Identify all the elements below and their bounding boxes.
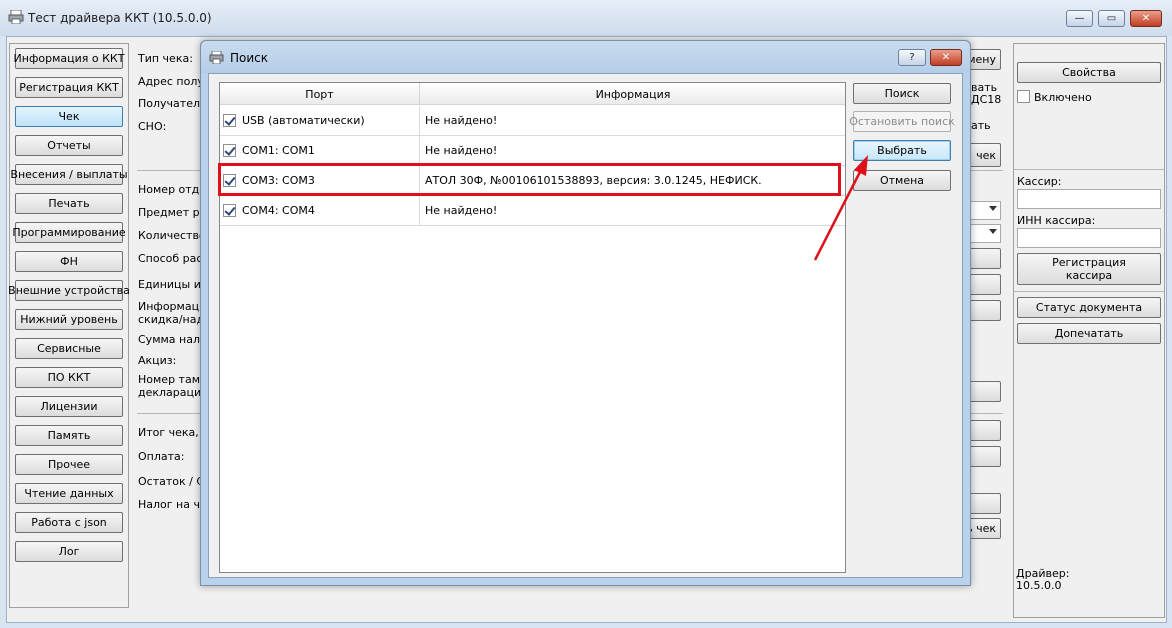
port-cell: USB (автоматически) xyxy=(220,106,420,135)
printer-icon xyxy=(209,51,224,64)
nav-licenses[interactable]: Лицензии xyxy=(15,396,123,417)
dialog-close-button[interactable]: ✕ xyxy=(930,49,962,66)
label-payment: Оплата: xyxy=(138,450,185,463)
nav-read-data[interactable]: Чтение данных xyxy=(15,483,123,504)
cashier-label: Кассир: xyxy=(1017,175,1062,188)
port-cell: COM1: COM1 xyxy=(220,136,420,165)
fragment-text-3: ать xyxy=(971,119,991,132)
table-row[interactable]: USB (автоматически) Не найдено! xyxy=(220,106,845,136)
printer-icon xyxy=(8,10,24,24)
label-tax-system: СНО: xyxy=(138,120,167,133)
label-excise: Акциз: xyxy=(138,354,177,367)
label-declaration: декларации xyxy=(138,386,209,399)
column-info[interactable]: Информация xyxy=(421,83,845,105)
nav-kkt-registration[interactable]: Регистрация ККТ xyxy=(15,77,123,98)
row-checkbox[interactable] xyxy=(223,114,236,127)
row-checkbox[interactable] xyxy=(223,204,236,217)
enabled-label: Включено xyxy=(1034,91,1092,104)
nav-memory[interactable]: Память xyxy=(15,425,123,446)
port-name: USB (автоматически) xyxy=(242,114,365,127)
minimize-button[interactable]: — xyxy=(1066,10,1093,27)
enabled-checkbox[interactable] xyxy=(1017,90,1030,103)
label-receipt-type: Тип чека: xyxy=(138,52,193,65)
label-remainder: Остаток / С xyxy=(138,475,205,488)
cashier-inn-label: ИНН кассира: xyxy=(1017,214,1096,227)
info-cell: Не найдено! xyxy=(425,144,498,157)
select-button[interactable]: Выбрать xyxy=(853,140,951,161)
nav-cash-in-out[interactable]: Внесения / выплаты xyxy=(10,164,128,185)
maximize-button[interactable]: ▭ xyxy=(1098,10,1125,27)
register-cashier-line-1: Регистрация xyxy=(1052,256,1126,269)
label-quantity: Количество xyxy=(138,229,206,242)
nav-programming[interactable]: Программирование xyxy=(12,222,126,243)
help-button[interactable]: ? xyxy=(898,49,926,66)
chevron-down-icon xyxy=(989,206,997,211)
label-recipient: Получатель xyxy=(138,97,207,110)
dialog-titlebar: Поиск ? ✕ xyxy=(201,41,970,73)
dialog-body: Порт Информация USB (автоматически) Не н… xyxy=(208,73,963,578)
close-button[interactable]: ✕ xyxy=(1130,10,1162,27)
row-checkbox[interactable] xyxy=(223,144,236,157)
column-port[interactable]: Порт xyxy=(220,83,420,105)
table-header: Порт Информация xyxy=(220,83,845,105)
cancel-button[interactable]: Отмена xyxy=(853,170,951,191)
nav-fn[interactable]: ФН xyxy=(15,251,123,272)
left-navigation: Информация о ККТ Регистрация ККТ Чек Отч… xyxy=(8,43,130,608)
label-calc-subject: Предмет ра xyxy=(138,206,207,219)
right-panel-separator xyxy=(1014,169,1164,170)
nav-other[interactable]: Прочее xyxy=(15,454,123,475)
ports-table: Порт Информация USB (автоматически) Не н… xyxy=(219,82,846,573)
highlight-box xyxy=(218,163,841,196)
info-cell: Не найдено! xyxy=(425,114,498,127)
nav-log[interactable]: Лог xyxy=(15,541,123,562)
register-cashier-line-2: кассира xyxy=(1065,269,1113,282)
nav-kkt-software[interactable]: ПО ККТ xyxy=(15,367,123,388)
nav-kkt-info[interactable]: Информация о ККТ xyxy=(14,48,124,69)
table-row[interactable]: COM1: COM1 Не найдено! xyxy=(220,136,845,166)
right-panel-separator-2 xyxy=(1014,291,1164,292)
dialog-title: Поиск xyxy=(230,51,269,65)
stop-search-button[interactable]: Остановить поиск xyxy=(849,111,955,132)
nav-low-level[interactable]: Нижний уровень xyxy=(15,309,123,330)
nav-external-devices[interactable]: Внешние устройства xyxy=(8,280,130,301)
reprint-button[interactable]: Допечатать xyxy=(1017,323,1161,344)
label-info: Информаци xyxy=(138,300,207,313)
port-name: COM1: COM1 xyxy=(242,144,315,157)
window-title: Тест драйвера ККТ (10.5.0.0) xyxy=(28,11,212,25)
nav-receipt[interactable]: Чек xyxy=(15,106,123,127)
cashier-input[interactable] xyxy=(1017,189,1161,209)
label-payment-method: Способ расч xyxy=(138,252,209,265)
label-department: Номер отде xyxy=(138,183,207,196)
port-cell: COM4: COM4 xyxy=(220,196,420,225)
main-titlebar: Тест драйвера ККТ (10.5.0.0) — ▭ ✕ xyxy=(0,0,1172,36)
table-row[interactable]: COM4: COM4 Не найдено! xyxy=(220,196,845,226)
search-button[interactable]: Поиск xyxy=(853,83,951,104)
properties-button[interactable]: Свойства xyxy=(1017,62,1161,83)
search-dialog: Поиск ? ✕ Порт Информация USB (автоматич… xyxy=(200,40,971,586)
driver-version: 10.5.0.0 xyxy=(1016,579,1062,592)
nav-print[interactable]: Печать xyxy=(15,193,123,214)
nav-service[interactable]: Сервисные xyxy=(15,338,123,359)
nav-reports[interactable]: Отчеты xyxy=(15,135,123,156)
info-cell: Не найдено! xyxy=(425,204,498,217)
chevron-down-icon xyxy=(989,229,997,234)
port-name: COM4: COM4 xyxy=(242,204,315,217)
nav-json[interactable]: Работа с json xyxy=(15,512,123,533)
label-receipt-total: Итог чека, р xyxy=(138,426,210,439)
document-status-button[interactable]: Статус документа xyxy=(1017,297,1161,318)
right-panel: Свойства Включено Кассир: ИНН кассира: Р… xyxy=(1013,43,1165,618)
register-cashier-button[interactable]: Регистрация кассира xyxy=(1017,253,1161,285)
fragment-text-2: ДС18 xyxy=(971,93,1002,106)
cashier-inn-input[interactable] xyxy=(1017,228,1161,248)
